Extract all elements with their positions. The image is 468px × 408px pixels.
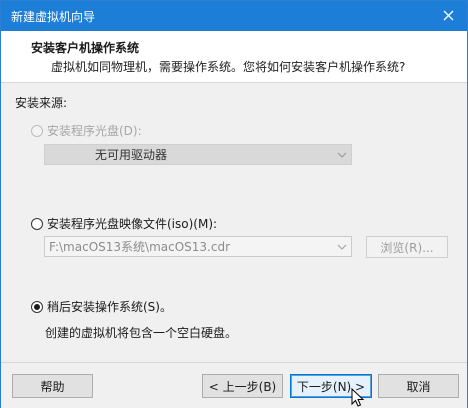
title-bar: 新建虚拟机向导 [1,1,467,31]
iso-path-value: F:\macOS13系统\macOS13.cdr [49,240,231,254]
cancel-button[interactable]: 取消 [378,374,459,398]
install-later-label[interactable]: 稍后安装操作系统(S)。 [47,298,172,315]
chevron-down-icon [337,244,347,250]
install-source-label: 安装来源: [15,96,68,110]
wizard-content: 安装来源: 安装程序光盘(D): 无可用驱动器 安装程序光盘映像文件(iso)(… [1,84,467,361]
iso-radio-label[interactable]: 安装程序光盘映像文件(iso)(M): [47,215,217,232]
drive-select-value: 无可用驱动器 [95,148,168,162]
iso-option[interactable]: 安装程序光盘映像文件(iso)(M): [31,215,217,232]
disc-radio-label: 安装程序光盘(D): [47,124,142,138]
browse-button: 浏览(R)... [366,236,448,258]
install-later-radio[interactable] [31,300,43,313]
install-later-description: 创建的虚拟机将包含一个空白硬盘。 [45,326,238,340]
iso-path-combo: F:\macOS13系统\macOS13.cdr [44,236,352,257]
mouse-pointer-icon [351,388,365,407]
disc-option: 安装程序光盘(D): [31,122,142,139]
page-title: 安装客户机操作系统 [31,41,140,55]
disc-radio [31,124,43,137]
wizard-header: 安装客户机操作系统 虚拟机如同物理机，需要操作系统。您将如何安装客户机操作系统? [1,31,467,83]
close-icon [443,10,454,21]
iso-radio[interactable] [31,217,43,230]
page-subtitle: 虚拟机如同物理机，需要操作系统。您将如何安装客户机操作系统? [51,60,406,74]
window-title: 新建虚拟机向导 [11,10,96,24]
drive-select: 无可用驱动器 [44,144,352,165]
chevron-down-icon [337,152,347,158]
help-button[interactable]: 帮助 [12,374,93,398]
back-button[interactable]: < 上一步(B) [202,374,283,398]
close-button[interactable] [431,1,467,31]
wizard-footer: 帮助 < 上一步(B) 下一步(N) > 取消 [1,362,467,408]
new-vm-wizard-window: 新建虚拟机向导 安装客户机操作系统 虚拟机如同物理机，需要操作系统。您将如何安装… [0,0,468,408]
install-later-option[interactable]: 稍后安装操作系统(S)。 [31,298,172,315]
